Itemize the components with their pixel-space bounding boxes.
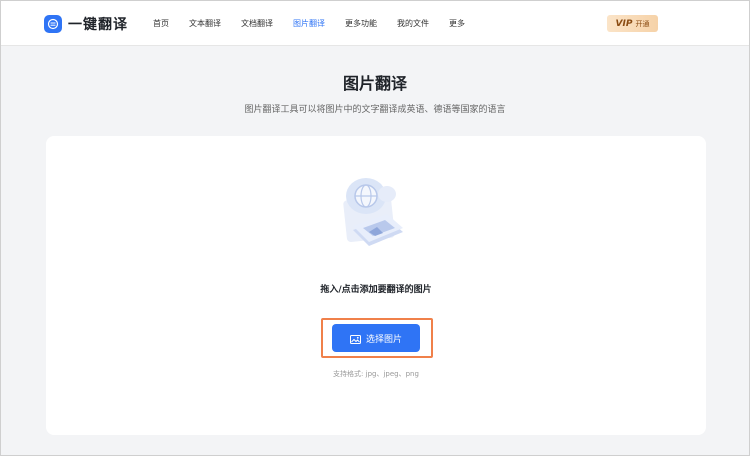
nav-item-more-features[interactable]: 更多功能: [345, 18, 377, 29]
logo-icon: [44, 15, 62, 33]
nav-item-doc-translate[interactable]: 文档翻译: [241, 18, 273, 29]
page-subtitle: 图片翻译工具可以将图片中的文字翻译成英语、德语等国家的语言: [244, 105, 506, 115]
drop-hint: 拖入/点击添加要翻译的图片: [320, 285, 432, 295]
select-image-button[interactable]: 选择图片: [332, 324, 420, 352]
vip-open-label: 开通: [635, 19, 650, 28]
select-image-label: 选择图片: [365, 334, 402, 345]
page-title: 图片翻译: [342, 74, 407, 93]
image-icon: [349, 329, 361, 348]
nav-item-my-files[interactable]: 我的文件: [397, 18, 429, 29]
upload-dropzone[interactable]: 拖入/点击添加要翻译的图片 选择图片 支持格式: jpg、jpeg、png: [46, 136, 706, 435]
nav-item-text-translate[interactable]: 文本翻译: [189, 18, 221, 29]
supported-formats: 支持格式: jpg、jpeg、png: [333, 370, 419, 378]
top-navbar: 一键翻译 首页 文本翻译 文档翻译 图片翻译 更多功能 我的文件 更多 VIP …: [0, 0, 750, 46]
vip-open-button[interactable]: VIP 开通: [607, 15, 658, 32]
logo[interactable]: 一键翻译: [44, 14, 128, 34]
nav-item-image-translate[interactable]: 图片翻译: [293, 18, 325, 29]
nav-item-home[interactable]: 首页: [153, 18, 169, 29]
globe-icon: [343, 178, 403, 246]
nav-item-more[interactable]: 更多: [449, 18, 465, 29]
main-nav: 首页 文本翻译 文档翻译 图片翻译 更多功能 我的文件 更多: [153, 0, 485, 46]
upload-illustration: [335, 172, 415, 256]
vip-tag: VIP: [615, 18, 633, 29]
logo-text: 一键翻译: [68, 17, 128, 33]
